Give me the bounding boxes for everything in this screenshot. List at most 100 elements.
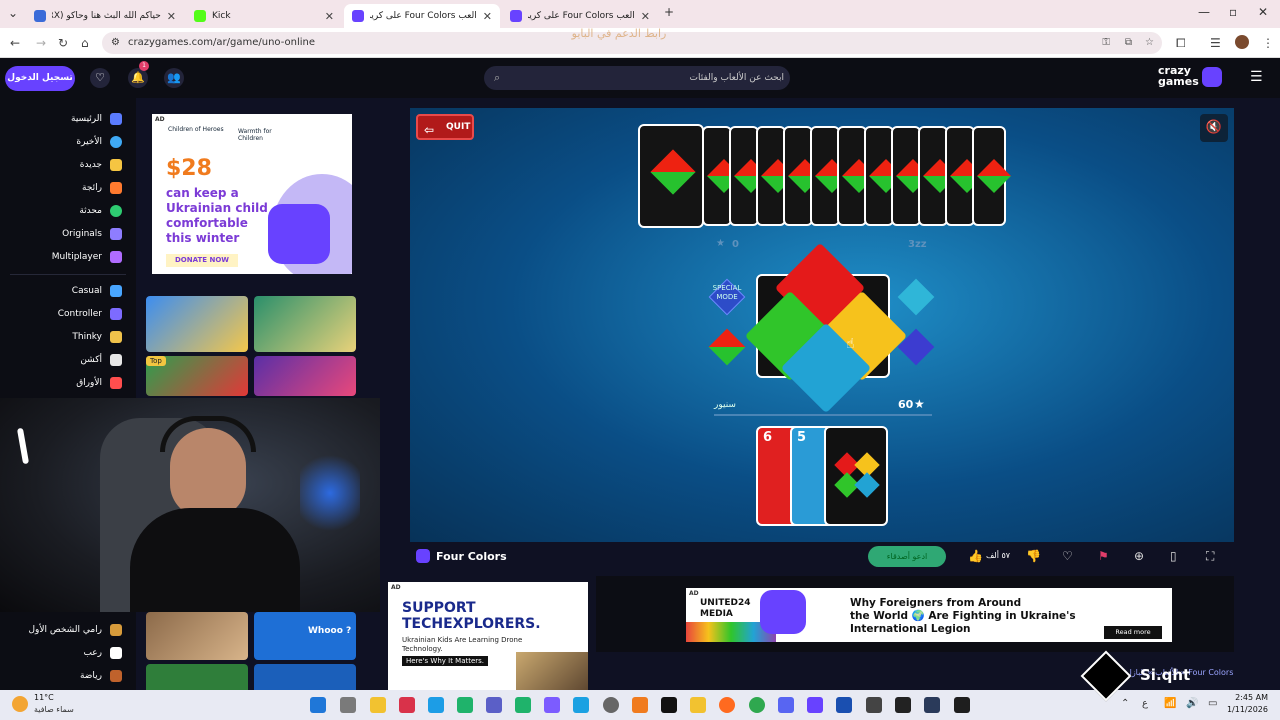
sidebar-item-thinky[interactable]: Thinky (72, 331, 122, 343)
game-thumb-connect4[interactable] (254, 356, 356, 396)
photos-icon[interactable] (573, 697, 589, 713)
share-icon[interactable]: ⊕ (1134, 549, 1144, 563)
app-icon[interactable] (515, 697, 531, 713)
sidebar-item-updated[interactable]: محدثة (79, 205, 122, 217)
tab-search-icon[interactable]: ⌄ (8, 6, 18, 20)
forward-icon[interactable]: → (36, 36, 46, 50)
sidebar-item-trending[interactable]: رائجة (82, 182, 122, 194)
obs-icon[interactable] (603, 697, 619, 713)
maximize-icon[interactable]: ▫ (1229, 5, 1237, 19)
mobile-icon[interactable]: ▯ (1170, 549, 1177, 563)
sidebar-item-recent[interactable]: الأخيرة (76, 136, 122, 148)
dislike-icon[interactable]: 👎 (1026, 549, 1041, 563)
key-icon[interactable]: ⚿ (1102, 32, 1110, 54)
sticky-notes-icon[interactable] (690, 697, 706, 713)
game-thumb-ludo[interactable] (146, 296, 248, 352)
clock-date[interactable]: 1/11/2026 (1226, 705, 1268, 714)
quit-button[interactable]: ⇦ QUIT (416, 114, 474, 140)
reading-list-icon[interactable]: ☰ (1210, 36, 1221, 50)
hand-card-wild[interactable] (824, 426, 888, 526)
close-tab-icon[interactable]: ✕ (483, 10, 492, 23)
crazygames-logo[interactable]: crazy games (1158, 65, 1222, 87)
draw-card-icon[interactable] (708, 328, 746, 366)
sidebar-item-home[interactable]: الرئيسية (71, 113, 122, 125)
app-icon[interactable] (399, 697, 415, 713)
teams-icon[interactable] (486, 697, 502, 713)
game-thumb-who[interactable] (254, 296, 356, 352)
extensions-icon[interactable]: ⧠ (1176, 36, 1186, 51)
back-icon[interactable]: ← (10, 36, 20, 50)
tray-chevron-icon[interactable]: ⌃ (1121, 698, 1129, 709)
friends-icon[interactable]: 👥 (164, 68, 184, 88)
close-tab-icon[interactable]: ✕ (325, 10, 334, 23)
file-explorer-icon[interactable] (370, 697, 386, 713)
tab-four-colors-active[interactable]: العب Four Colors على كريز... ✕ (344, 4, 500, 28)
tab-four-colors[interactable]: العب Four Colors على كريز... ✕ (502, 4, 658, 28)
read-more-button[interactable]: Read more (1104, 626, 1162, 639)
battery-icon[interactable]: ▭ (1208, 698, 1217, 709)
close-tab-icon[interactable]: ✕ (167, 10, 176, 23)
report-icon[interactable]: ⚑ (1098, 549, 1109, 563)
home-icon[interactable]: ⌂ (81, 36, 89, 50)
app-icon[interactable] (632, 697, 648, 713)
sidebar-item-action[interactable]: أكشن (80, 354, 122, 366)
reload-icon[interactable]: ↻ (58, 36, 68, 50)
sidebar-item-new[interactable]: جديدة (80, 159, 122, 171)
sidebar-item-horror[interactable]: رعب (83, 647, 122, 659)
united24-ad[interactable]: AD UNITED24 MEDIA Why Foreigners from Ar… (686, 588, 1172, 642)
volume-icon[interactable]: 🔊 (1186, 698, 1198, 709)
firefox-icon[interactable] (719, 697, 735, 713)
wifi-icon[interactable]: 📶 (1164, 698, 1176, 709)
windows-start-icon[interactable] (310, 697, 326, 713)
invite-friends-button[interactable]: ادعو أصدقاء (868, 546, 946, 567)
copilot-icon[interactable] (544, 697, 560, 713)
bookmark-star-icon[interactable]: ☆ (1145, 32, 1154, 54)
install-icon[interactable]: ⧉ (1125, 32, 1132, 54)
profile-avatar[interactable] (1235, 35, 1249, 49)
sidebar-item-cards[interactable]: الأوراق (76, 377, 122, 389)
tab-stream[interactable]: حياكم الله البث هنا وحاكو (TWRX) ✕ (26, 4, 184, 28)
donate-button[interactable]: DONATE NOW (166, 254, 238, 267)
login-button[interactable]: تسجيل الدخول (5, 66, 75, 91)
sidebar-item-casual[interactable]: Casual (72, 285, 122, 297)
fullscreen-icon[interactable]: ⛶ (1206, 549, 1214, 564)
weather-sun-icon[interactable] (12, 696, 28, 712)
app-icon[interactable] (924, 697, 940, 713)
edge-icon[interactable] (428, 697, 444, 713)
sidebar-menu-icon[interactable]: ☰ (1250, 69, 1263, 85)
sidebar-item-originals[interactable]: Originals (62, 228, 122, 240)
game-canvas[interactable]: ⇦ QUIT 🔇 ★ 0 3zz ☝ SPECIAL MODE سنيور 60… (410, 108, 1234, 542)
notifications-bell-icon[interactable]: 🔔 (128, 68, 148, 88)
new-tab-icon[interactable]: + (664, 5, 674, 19)
crazygames-icon[interactable] (807, 697, 823, 713)
sidebar-item-multiplayer[interactable]: Multiplayer (52, 251, 122, 263)
sidebar-item-sports[interactable]: رياضة (80, 670, 122, 682)
game-thumb-tower[interactable] (146, 612, 248, 660)
language-indicator[interactable]: ع (1142, 698, 1148, 709)
discord-icon[interactable] (778, 697, 794, 713)
tab-kick[interactable]: Kick ✕ (186, 4, 342, 28)
game-thumb-whooo[interactable]: Whooo ? (254, 612, 356, 660)
app-icon[interactable] (866, 697, 882, 713)
sidebar-item-controller[interactable]: Controller (58, 308, 122, 320)
close-window-icon[interactable]: ✕ (1258, 5, 1268, 19)
app-icon[interactable] (895, 697, 911, 713)
favorites-heart-icon[interactable]: ♡ (90, 68, 110, 88)
clock-time[interactable]: 2:45 AM (1232, 693, 1268, 702)
game-thumb-ludo-king[interactable]: Top (146, 356, 248, 396)
sidebar-item-fps[interactable]: رامي الشخص الأول (28, 624, 122, 636)
task-view-icon[interactable] (340, 697, 356, 713)
mute-sound-icon[interactable]: 🔇 (1200, 114, 1228, 142)
support-ad[interactable]: AD SUPPORT TECHEXPLORERS. Ukrainian Kids… (388, 582, 588, 690)
play-icon[interactable] (457, 697, 473, 713)
like-icon[interactable]: 👍 (968, 549, 983, 563)
favorite-heart-icon[interactable]: ♡ (1062, 549, 1073, 563)
close-tab-icon[interactable]: ✕ (641, 10, 650, 23)
site-info-icon[interactable]: ⚙ (111, 32, 120, 54)
tradingview-icon[interactable] (661, 697, 677, 713)
chrome-icon[interactable] (749, 697, 765, 713)
terminal-icon[interactable] (954, 697, 970, 713)
app-icon[interactable] (836, 697, 852, 713)
minimize-icon[interactable]: — (1198, 5, 1210, 19)
menu-dots-icon[interactable]: ⋮ (1262, 36, 1274, 50)
